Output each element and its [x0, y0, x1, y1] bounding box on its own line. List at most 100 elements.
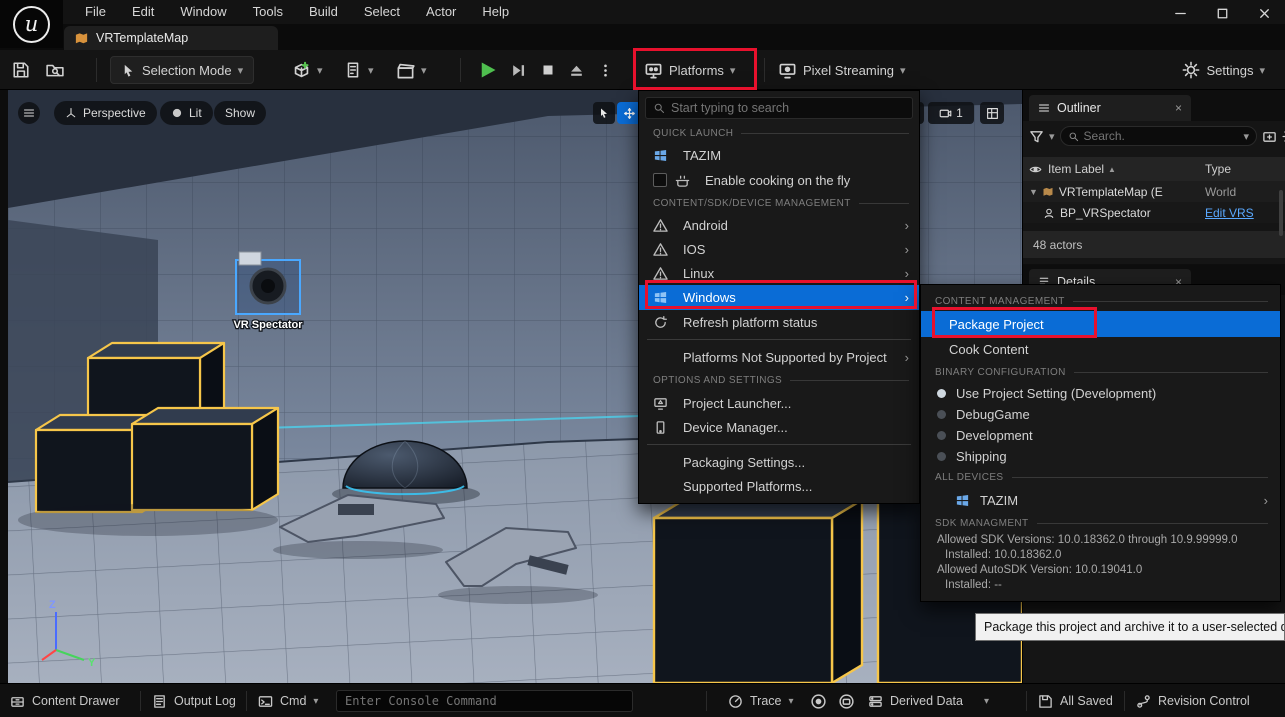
section-content-management: CONTENT MANAGEMENT: [921, 291, 1280, 311]
menu-item-enable-cooking[interactable]: Enable cooking on the fly: [639, 167, 919, 193]
expand-arrow-icon[interactable]: ▼: [1029, 187, 1038, 197]
viewport-maximize-button[interactable]: [980, 102, 1004, 124]
menu-build[interactable]: Build: [296, 0, 351, 24]
outliner-search-input[interactable]: [1084, 129, 1239, 143]
menu-select[interactable]: Select: [351, 0, 413, 24]
menu-item-package-project[interactable]: Package Project: [921, 311, 1280, 337]
radio-development[interactable]: Development: [921, 425, 1280, 446]
cmd-dropdown[interactable]: Cmd ▾: [258, 684, 318, 717]
menu-item-device-manager[interactable]: Device Manager...: [639, 415, 919, 439]
menu-item-windows[interactable]: Windows ›: [639, 285, 919, 310]
menu-item-linux[interactable]: Linux ›: [639, 261, 919, 285]
section-all-devices: ALL DEVICES: [921, 467, 1280, 487]
browse-content-button[interactable]: [46, 57, 64, 83]
menu-file[interactable]: File: [72, 0, 119, 24]
outliner-row-spectator[interactable]: BP_VRSpectator Edit VRS: [1023, 202, 1285, 223]
content-drawer-label: Content Drawer: [32, 694, 120, 708]
platforms-dropdown[interactable]: Platforms ▾: [644, 57, 735, 83]
menu-item-ios[interactable]: IOS ›: [639, 237, 919, 261]
maximize-button[interactable]: [1201, 0, 1243, 26]
play-options-kebab[interactable]: [598, 57, 613, 83]
menu-item-packaging-settings[interactable]: Packaging Settings...: [639, 450, 919, 474]
menu-item-label: TAZIM: [683, 148, 721, 163]
viewport-show-dropdown[interactable]: Show: [214, 101, 266, 125]
save-button[interactable]: [12, 57, 30, 83]
console-command-field[interactable]: [336, 690, 633, 712]
trace-dropdown[interactable]: Trace ▾: [728, 684, 794, 717]
chevron-down-icon: ▾: [1244, 130, 1250, 143]
viewport-perspective-dropdown[interactable]: Perspective: [54, 101, 157, 125]
menu-item-platforms-not-supported[interactable]: Platforms Not Supported by Project ›: [639, 345, 919, 369]
derived-data-dropdown[interactable]: Derived Data ▾: [868, 684, 989, 717]
svg-text:Y: Y: [88, 657, 96, 669]
section-quick-launch: QUICK LAUNCH: [639, 123, 919, 143]
filter-icon[interactable]: [1029, 129, 1044, 144]
tab-vrtemplatemap[interactable]: VRTemplateMap: [64, 26, 278, 50]
menu-edit[interactable]: Edit: [119, 0, 167, 24]
insights-button[interactable]: [810, 684, 827, 717]
tab-outliner[interactable]: Outliner ×: [1029, 95, 1191, 121]
content-drawer-button[interactable]: Content Drawer: [10, 684, 120, 717]
statusbar-separator: [140, 691, 141, 711]
cinematics-dropdown[interactable]: ▾: [396, 57, 427, 83]
revision-control-button[interactable]: Revision Control: [1136, 684, 1250, 717]
eject-button[interactable]: [568, 57, 585, 83]
stop-button[interactable]: [540, 57, 556, 83]
warning-icon: [653, 218, 668, 233]
actor-count: 48 actors: [1033, 238, 1082, 252]
menu-item-refresh-platform-status[interactable]: Refresh platform status: [639, 310, 919, 334]
blueprints-dropdown[interactable]: ▾: [344, 57, 374, 83]
windows-logo-icon: [653, 290, 668, 305]
all-saved-label: All Saved: [1060, 694, 1113, 708]
viewport-options-button[interactable]: [18, 102, 40, 124]
screenshot-button[interactable]: [838, 684, 855, 717]
output-log-button[interactable]: Output Log: [152, 684, 236, 717]
viewport-lit-dropdown[interactable]: Lit: [160, 101, 213, 125]
radio-debuggame[interactable]: DebugGame: [921, 404, 1280, 425]
menu-item-android[interactable]: Android ›: [639, 213, 919, 237]
edit-blueprint-link[interactable]: Edit VRS: [1205, 206, 1279, 220]
menu-help[interactable]: Help: [469, 0, 522, 24]
select-tool-button[interactable]: [593, 102, 615, 124]
menu-actor[interactable]: Actor: [413, 0, 469, 24]
menu-window[interactable]: Window: [167, 0, 239, 24]
add-item-icon[interactable]: [1262, 129, 1277, 144]
menu-item-supported-platforms[interactable]: Supported Platforms...: [639, 474, 919, 498]
play-button[interactable]: [478, 57, 498, 83]
radio-use-project-setting[interactable]: Use Project Setting (Development): [921, 383, 1280, 404]
add-actor-dropdown[interactable]: ▾: [292, 57, 323, 83]
menu-tools[interactable]: Tools: [240, 0, 296, 24]
spectator-actor-icon: [1043, 207, 1055, 219]
outliner-scrollbar[interactable]: [1279, 190, 1283, 236]
platforms-search[interactable]: [645, 97, 913, 119]
column-item-label[interactable]: Item Label: [1048, 162, 1104, 176]
settings-dropdown[interactable]: Settings ▾: [1182, 57, 1265, 83]
unreal-logo[interactable]: u: [0, 0, 63, 48]
close-icon[interactable]: ×: [1175, 101, 1182, 115]
menu-item-tazim-device[interactable]: TAZIM ›: [921, 487, 1280, 513]
skip-frame-button[interactable]: [510, 57, 527, 83]
outliner-search[interactable]: ▾: [1060, 126, 1258, 146]
console-command-input[interactable]: [345, 694, 624, 708]
menu-item-label: Project Launcher...: [683, 396, 791, 411]
all-saved-button[interactable]: All Saved: [1038, 684, 1113, 717]
menu-item-project-launcher[interactable]: Project Launcher...: [639, 391, 919, 415]
eye-icon[interactable]: [1029, 163, 1042, 176]
outliner-row-world[interactable]: ▼ VRTemplateMap (E World: [1023, 181, 1285, 202]
menu-item-label: Refresh platform status: [683, 315, 817, 330]
chevron-down-icon: ▾: [900, 64, 906, 77]
selection-mode-dropdown[interactable]: Selection Mode ▾: [110, 56, 254, 84]
cooking-checkbox[interactable]: [653, 173, 667, 187]
menu-item-cook-content[interactable]: Cook Content: [921, 337, 1280, 361]
camera-speed-button[interactable]: 1: [928, 102, 974, 124]
close-button[interactable]: [1243, 0, 1285, 26]
outliner-column-header[interactable]: Item Label ▲ Type: [1023, 157, 1285, 181]
pixel-streaming-dropdown[interactable]: Pixel Streaming ▾: [778, 57, 906, 83]
column-type[interactable]: Type: [1205, 162, 1279, 176]
menubar: File Edit Window Tools Build Select Acto…: [0, 0, 1285, 24]
radio-shipping[interactable]: Shipping: [921, 446, 1280, 467]
revision-control-label: Revision Control: [1158, 694, 1250, 708]
minimize-button[interactable]: [1159, 0, 1201, 26]
platforms-search-input[interactable]: [671, 101, 905, 115]
menu-item-tazim[interactable]: TAZIM: [639, 143, 919, 167]
